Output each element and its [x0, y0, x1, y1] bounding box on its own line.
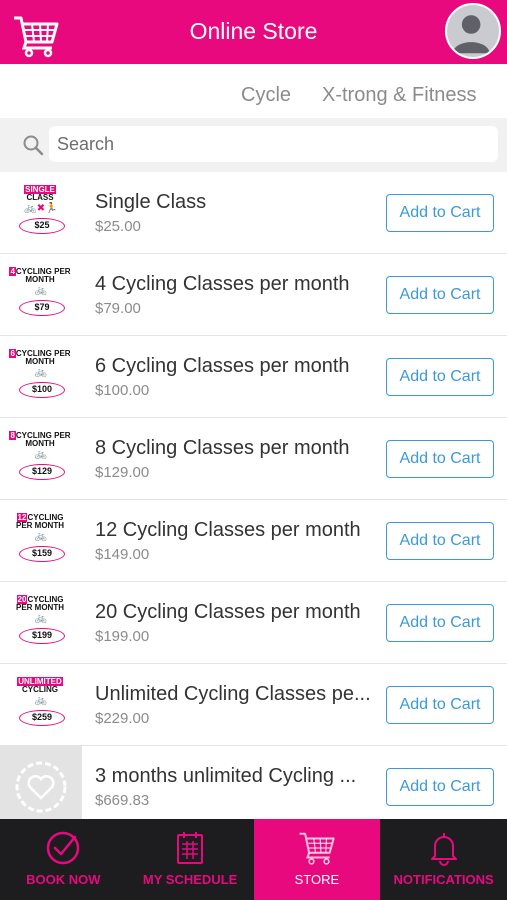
- product-thumbnail: UNLIMITED CYCLING 🚲 $259: [6, 674, 76, 736]
- bike-icon: 🚲: [34, 531, 48, 542]
- product-name: 12 Cycling Classes per month: [95, 519, 361, 541]
- product-price: $199.00: [95, 628, 150, 645]
- bottom-navigation: BOOK NOW MY SCHEDULE STORE NOTIFICATIONS: [0, 819, 507, 900]
- nav-label: NOTIFICATIONS: [393, 872, 494, 887]
- product-name: Single Class: [95, 191, 207, 213]
- product-name: 8 Cycling Classes per month: [95, 437, 350, 459]
- bike-icon: 🚲: [34, 449, 48, 460]
- add-to-cart-button[interactable]: Add to Cart: [386, 522, 494, 560]
- tab-cycle[interactable]: Cycle: [241, 84, 291, 107]
- product-thumbnail: 8CYCLING PER MONTH 🚲 $129: [6, 428, 76, 490]
- product-thumbnail: [0, 746, 82, 828]
- tab-xtrong-fitness[interactable]: X-trong & Fitness: [322, 84, 477, 107]
- bike-icon: 🚲: [34, 613, 48, 624]
- product-row: 20CYCLING PER MONTH 🚲 $199 20 Cycling Cl…: [0, 582, 507, 664]
- calendar-icon: [177, 832, 204, 864]
- bell-icon: [430, 833, 457, 866]
- user-avatar-icon[interactable]: [445, 3, 501, 59]
- search-bar: [0, 118, 507, 172]
- product-row: 12CYCLING PER MONTH 🚲 $159 12 Cycling Cl…: [0, 500, 507, 582]
- bike-icon: 🚲✖🏃: [24, 203, 58, 214]
- product-thumbnail: 6CYCLING PER MONTH 🚲 $100: [6, 346, 76, 408]
- product-thumbnail: 12CYCLING PER MONTH 🚲 $159: [6, 510, 76, 572]
- product-list: SINGLE CLASS 🚲✖🏃 $25 Single Class $25.00 …: [0, 172, 507, 828]
- add-to-cart-button[interactable]: Add to Cart: [386, 276, 494, 314]
- page-title: Online Store: [189, 18, 318, 44]
- product-row: 8CYCLING PER MONTH 🚲 $129 8 Cycling Clas…: [0, 418, 507, 500]
- product-price: $229.00: [95, 710, 150, 727]
- bike-icon: 🚲: [34, 285, 48, 296]
- add-to-cart-button[interactable]: Add to Cart: [386, 604, 494, 642]
- nav-label: MY SCHEDULE: [142, 872, 238, 887]
- bike-icon: 🚲: [34, 695, 48, 706]
- category-tabs: Cycle X-trong & Fitness: [0, 64, 507, 118]
- nav-label: BOOK NOW: [26, 872, 101, 887]
- product-row: 4CYCLING PER MONTH 🚲 $79 4 Cycling Class…: [0, 254, 507, 336]
- product-name: 6 Cycling Classes per month: [95, 355, 350, 377]
- product-price: $100.00: [95, 382, 150, 399]
- add-to-cart-button[interactable]: Add to Cart: [386, 358, 494, 396]
- add-to-cart-button[interactable]: Add to Cart: [386, 194, 494, 232]
- product-row: 6CYCLING PER MONTH 🚲 $100 6 Cycling Clas…: [0, 336, 507, 418]
- product-row: SINGLE CLASS 🚲✖🏃 $25 Single Class $25.00 …: [0, 172, 507, 254]
- add-to-cart-button[interactable]: Add to Cart: [386, 768, 494, 806]
- product-thumbnail: 4CYCLING PER MONTH 🚲 $79: [6, 264, 76, 326]
- product-row: UNLIMITED CYCLING 🚲 $259 Unlimited Cyclin…: [0, 664, 507, 746]
- nav-label: STORE: [294, 872, 340, 887]
- product-name: 3 months unlimited Cycling ...: [95, 765, 357, 787]
- product-price: $79.00: [95, 300, 141, 317]
- product-thumbnail: 20CYCLING PER MONTH 🚲 $199: [6, 592, 76, 654]
- shopping-cart-icon: [299, 832, 335, 865]
- product-thumbnail: SINGLE CLASS 🚲✖🏃 $25: [6, 182, 76, 244]
- nav-notifications[interactable]: NOTIFICATIONS: [380, 819, 507, 900]
- placeholder-badge-icon: [15, 761, 67, 813]
- nav-my-schedule[interactable]: MY SCHEDULE: [127, 819, 254, 900]
- product-price: $669.83: [95, 792, 150, 809]
- product-price: $129.00: [95, 464, 150, 481]
- product-price: $149.00: [95, 546, 150, 563]
- product-name: 4 Cycling Classes per month: [95, 273, 350, 295]
- nav-store[interactable]: STORE: [253, 819, 381, 900]
- product-name: 20 Cycling Classes per month: [95, 601, 361, 623]
- product-row: 3 months unlimited Cycling ... $669.83 A…: [0, 746, 507, 828]
- search-input[interactable]: [49, 126, 498, 162]
- add-to-cart-button[interactable]: Add to Cart: [386, 440, 494, 478]
- product-price: $25.00: [95, 218, 141, 235]
- search-icon: [23, 135, 44, 156]
- top-app-bar: Online Store: [0, 0, 507, 64]
- check-circle-icon: [47, 831, 80, 865]
- nav-book-now[interactable]: BOOK NOW: [0, 819, 127, 900]
- bike-icon: 🚲: [34, 367, 48, 378]
- product-name: Unlimited Cycling Classes pe...: [95, 683, 371, 705]
- add-to-cart-button[interactable]: Add to Cart: [386, 686, 494, 724]
